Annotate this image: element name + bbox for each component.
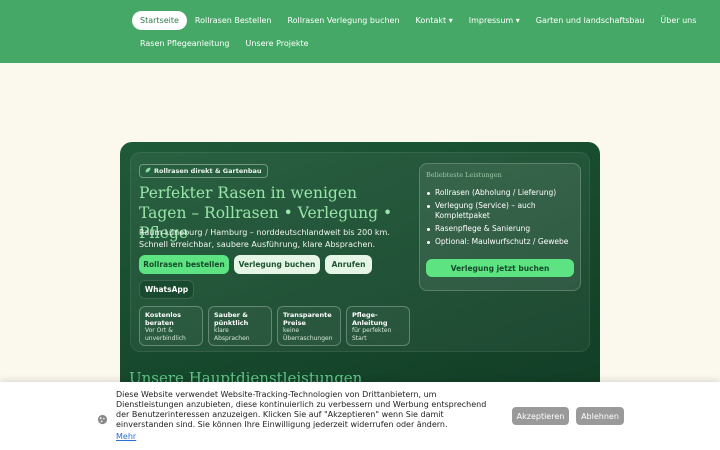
nav-row-primary: Startseite Rollrasen Bestellen Rollrasen… <box>132 11 704 30</box>
whatsapp-button[interactable]: WhatsApp <box>139 280 194 299</box>
leaf-icon <box>145 167 151 175</box>
services-list: Rollrasen (Abholung / Lieferung) Verlegu… <box>426 188 576 250</box>
feature-card-beratung: Kostenlos beraten Vor Ort & unverbindlic… <box>139 306 203 346</box>
call-button[interactable]: Anrufen <box>325 255 372 274</box>
cookie-reject-button[interactable]: Ablehnen <box>576 407 624 425</box>
nav-row-secondary: Rasen Pflegeanleitung Unsere Projekte <box>132 34 317 53</box>
nav-item-ueber-uns[interactable]: Über uns <box>652 11 704 30</box>
feature-card-preise: Transparente Preise keine Überraschungen <box>277 306 341 346</box>
order-rollrasen-button[interactable]: Rollrasen bestellen <box>139 255 229 274</box>
hero-badge: Rollrasen direkt & Gartenbau <box>139 164 268 178</box>
feature-title: Sauber & pünktlich <box>214 311 249 327</box>
book-installation-button[interactable]: Verlegung buchen <box>234 255 320 274</box>
feature-desc: für perfekten Start <box>352 327 392 342</box>
book-now-button[interactable]: Verlegung jetzt buchen <box>426 259 574 277</box>
services-panel-title: Beliebteste Leistungen <box>426 171 502 179</box>
feature-desc: klare Absprachen <box>214 327 250 342</box>
hero-subtitle: Raum Lüneburg / Hamburg – norddeutschlan… <box>139 228 390 249</box>
feature-desc: keine Überraschungen <box>283 327 333 342</box>
nav-item-pflegeanleitung[interactable]: Rasen Pflegeanleitung <box>132 34 237 53</box>
list-item: Rasenpflege & Sanierung <box>426 224 576 234</box>
list-item: Rollrasen (Abholung / Lieferung) <box>426 188 576 198</box>
nav-item-startseite[interactable]: Startseite <box>132 11 187 30</box>
nav-item-impressum-dropdown[interactable]: Impressum ▾ <box>461 11 528 30</box>
list-item: Verlegung (Service) – auch Komplettpaket <box>426 201 576 221</box>
feature-title: Transparente Preise <box>283 311 332 327</box>
feature-title: Kostenlos beraten <box>145 311 181 327</box>
feature-card-sauber: Sauber & pünktlich klare Absprachen <box>208 306 272 346</box>
cookie-more-link[interactable]: Mehr <box>116 432 136 441</box>
nav-item-gartenbau[interactable]: Garten und landschaftsbau <box>528 11 653 30</box>
top-navigation-bar: Startseite Rollrasen Bestellen Rollrasen… <box>0 0 720 63</box>
nav-item-kontakt-dropdown[interactable]: Kontakt ▾ <box>408 11 461 30</box>
nav-item-projekte[interactable]: Unsere Projekte <box>237 34 316 53</box>
cookie-icon <box>97 410 108 425</box>
nav-item-verlegung-buchen[interactable]: Rollrasen Verlegung buchen <box>279 11 407 30</box>
feature-title: Pflege-Anleitung <box>352 311 388 327</box>
feature-desc: Vor Ort & unverbindlich <box>145 327 186 342</box>
nav-item-rollrasen-bestellen[interactable]: Rollrasen Bestellen <box>187 11 280 30</box>
cookie-accept-button[interactable]: Akzeptieren <box>512 407 569 425</box>
list-item: Optional: Maulwurfschutz / Gewebe <box>426 237 576 247</box>
hero-badge-label: Rollrasen direkt & Gartenbau <box>154 167 262 175</box>
feature-card-pflege: Pflege-Anleitung für perfekten Start <box>346 306 410 346</box>
cookie-consent-text: Diese Website verwendet Website-Tracking… <box>116 390 487 429</box>
